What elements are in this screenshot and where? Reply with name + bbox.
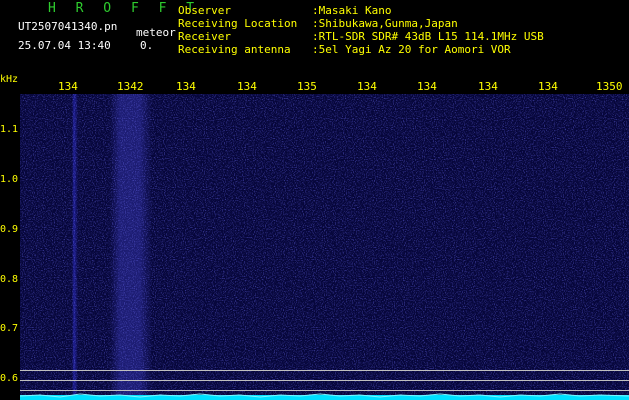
- info-row-location: Receiving Location :Shibukawa,Gunma,Japa…: [178, 17, 544, 30]
- time-tick: 134: [176, 80, 196, 93]
- time-tick: 134: [58, 80, 78, 93]
- freq-tick: 0.7: [0, 323, 19, 334]
- time-tick: 1342: [117, 80, 144, 93]
- info-key: Receiving Location: [178, 17, 298, 30]
- freq-tick: 1.0: [0, 174, 19, 185]
- marker-line: [20, 370, 629, 371]
- marker-line: [20, 380, 629, 381]
- time-tick: 135: [297, 80, 317, 93]
- info-key: Receiver: [178, 30, 231, 43]
- spectrogram-noise: [20, 94, 629, 400]
- time-tick: 1350: [596, 80, 623, 93]
- info-value: :5el Yagi Az 20 for Aomori VOR: [312, 43, 511, 56]
- info-row-receiver: Receiver :RTL-SDR SDR# 43dB L15 114.1MHz…: [178, 30, 544, 43]
- info-row-observer: Observer :Masaki Kano: [178, 4, 544, 17]
- time-tick: 134: [237, 80, 257, 93]
- info-key: Observer: [178, 4, 231, 17]
- detection-tag: meteor: [136, 26, 176, 39]
- filename-label: UT2507041340.pn: [18, 20, 118, 33]
- time-axis: 134 1342 134 134 135 134 134 134 134 135…: [0, 78, 629, 94]
- header: H R O F F T UT2507041340.pn meteor 25.07…: [0, 0, 629, 78]
- spectrum-trace: [20, 393, 629, 400]
- freq-tick: 0.6: [0, 373, 19, 384]
- info-key: Receiving antenna: [178, 43, 291, 56]
- waterfall-spectrogram: [20, 94, 629, 400]
- freq-tick: 1.1: [0, 124, 19, 135]
- info-value: :Masaki Kano: [312, 4, 392, 17]
- time-tick: 134: [538, 80, 558, 93]
- time-tick: 134: [357, 80, 377, 93]
- time-tick: 134: [417, 80, 437, 93]
- time-tick: 134: [478, 80, 498, 93]
- station-info: Observer :Masaki Kano Receiving Location…: [178, 4, 544, 56]
- marker-line: [20, 390, 629, 391]
- info-value: :Shibukawa,Gunma,Japan: [312, 17, 458, 30]
- freq-tick: 0.9: [0, 224, 19, 235]
- info-value: :RTL-SDR SDR# 43dB L15 114.1MHz USB: [312, 30, 544, 43]
- info-row-antenna: Receiving antenna :5el Yagi Az 20 for Ao…: [178, 43, 544, 56]
- count-value: 0.: [140, 39, 154, 52]
- freq-tick: 0.8: [0, 274, 19, 285]
- datetime-label: 25.07.04 13:40: [18, 39, 111, 52]
